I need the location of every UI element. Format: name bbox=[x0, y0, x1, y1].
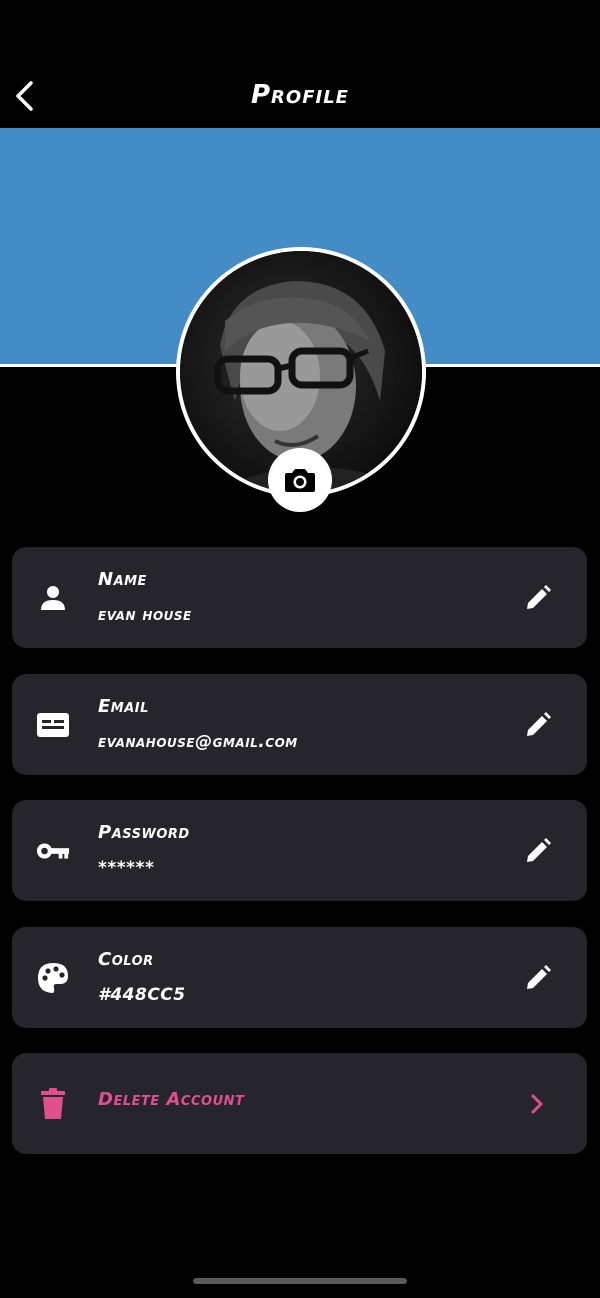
field-label: Password bbox=[98, 822, 190, 843]
page-title: Profile bbox=[251, 80, 349, 110]
field-value: evanahouse@gmail.com bbox=[98, 732, 298, 752]
field-value: ****** bbox=[98, 858, 155, 878]
pencil-icon bbox=[527, 585, 551, 609]
pencil-icon bbox=[527, 712, 551, 736]
camera-icon bbox=[285, 469, 315, 492]
name-card[interactable]: Name evan house bbox=[12, 547, 587, 648]
edit-password-button[interactable] bbox=[523, 836, 553, 866]
trash-icon bbox=[36, 1087, 70, 1121]
color-card[interactable]: Color #448CC5 bbox=[12, 927, 587, 1028]
password-card[interactable]: Password ****** bbox=[12, 800, 587, 901]
chevron-right-icon bbox=[527, 1091, 547, 1117]
delete-account-label: Delete Account bbox=[98, 1089, 245, 1110]
field-label: Color bbox=[98, 949, 154, 970]
field-value: evan house bbox=[98, 605, 192, 625]
person-icon bbox=[36, 581, 70, 615]
delete-account-button[interactable]: Delete Account bbox=[12, 1053, 587, 1154]
key-icon bbox=[36, 834, 70, 868]
top-bar: Profile bbox=[0, 0, 600, 128]
edit-email-button[interactable] bbox=[523, 710, 553, 740]
field-label: Email bbox=[98, 696, 149, 717]
edit-color-button[interactable] bbox=[523, 963, 553, 993]
field-label: Name bbox=[98, 569, 147, 590]
change-photo-button[interactable] bbox=[268, 448, 332, 512]
id-card-icon bbox=[36, 708, 70, 742]
email-card[interactable]: Email evanahouse@gmail.com bbox=[12, 674, 587, 775]
edit-name-button[interactable] bbox=[523, 583, 553, 613]
pencil-icon bbox=[527, 965, 551, 989]
pencil-icon bbox=[527, 838, 551, 862]
field-value: #448CC5 bbox=[98, 985, 186, 1005]
home-indicator[interactable] bbox=[193, 1278, 407, 1284]
palette-icon bbox=[36, 961, 70, 995]
